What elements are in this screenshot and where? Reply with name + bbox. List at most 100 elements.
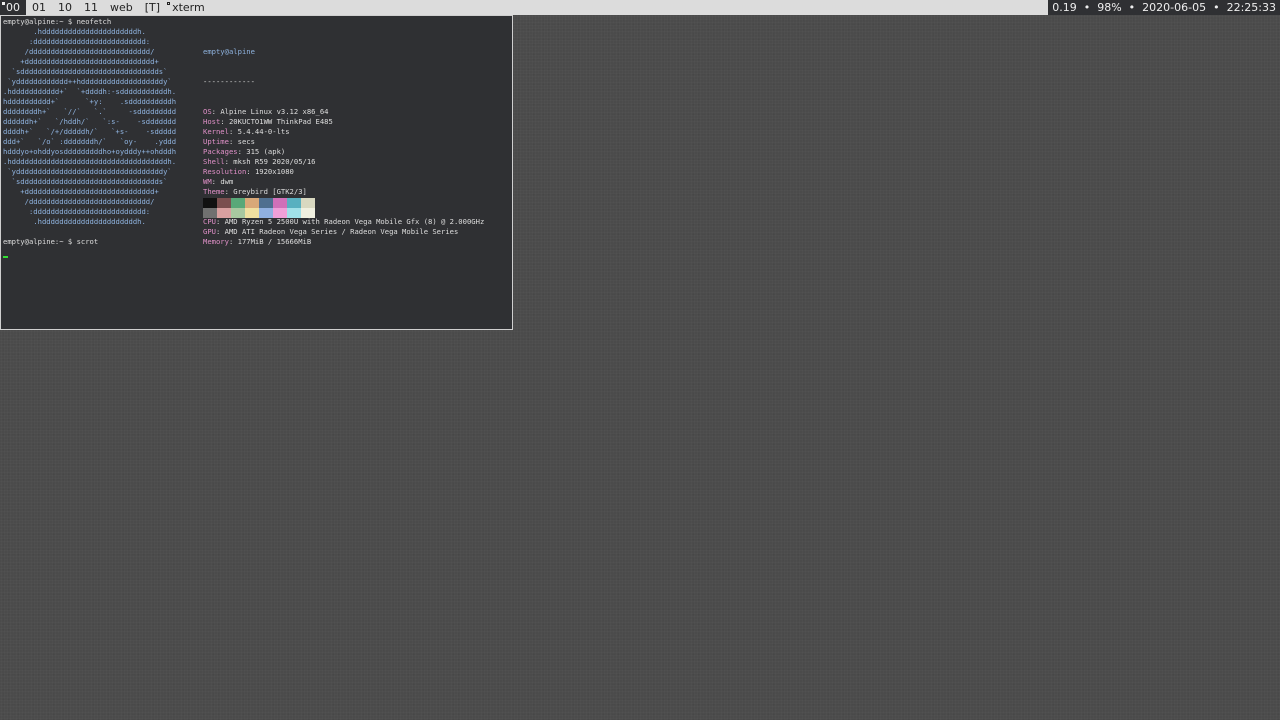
logo-line: hdddyo+ohddyosdddddddddho+oydddy++ohdddh xyxy=(3,147,177,156)
info-value: dwm xyxy=(220,177,234,186)
info-value: 5.4.44-0-lts xyxy=(237,127,290,136)
info-row-uptime: Uptime: secs xyxy=(203,137,255,146)
logo-line: /dddddddddddddddddddddddddddd/ xyxy=(3,197,155,206)
info-key: Theme xyxy=(203,187,225,196)
status-separator: • xyxy=(1128,1,1136,14)
info-row-memory: Memory: 177MiB / 15666MiB xyxy=(203,237,312,246)
info-key: Shell xyxy=(203,157,225,166)
logo-line: ddddddh+` `/hddh/` `:s- -sddddddd xyxy=(3,117,177,126)
logo-line: ddddddddh+` `//` `.` -sddddddddd xyxy=(3,107,177,116)
logo-line: `sdddddddddddddddddddddddddddddddds` xyxy=(3,67,168,76)
logo-line: :dddddddddddddddddddddddddd: xyxy=(3,37,151,46)
logo-line: ddd+` `/o` :dddddddh/` `oy- .yddd xyxy=(3,137,177,146)
info-key: Kernel xyxy=(203,127,229,136)
info-key: GPU xyxy=(203,227,216,236)
battery-level: 98% xyxy=(1097,1,1122,14)
info-row-resolution: Resolution: 1920x1080 xyxy=(203,167,294,176)
info-value: 20KUCTO1WW ThinkPad E485 xyxy=(228,117,333,126)
palette-swatch-1 xyxy=(217,198,231,208)
info-value: 177MiB / 15666MiB xyxy=(237,237,312,246)
logo-line: +dddddddddddddddddddddddddddddd+ xyxy=(3,57,159,66)
info-row-packages: Packages: 315 (apk) xyxy=(203,147,286,156)
logo-line: `sdddddddddddddddddddddddddddddddds` xyxy=(3,177,168,186)
logo-line: hdddddddddd+` `+y: .sddddddddddh xyxy=(3,97,177,106)
palette-swatch-7 xyxy=(301,198,315,208)
info-value: 1920x1080 xyxy=(254,167,294,176)
prompt-neofetch: empty@alpine:~ $ neofetch xyxy=(3,17,112,26)
palette-swatch-2 xyxy=(231,198,245,208)
tag-0[interactable]: 00 xyxy=(0,0,26,15)
floating-indicator-icon xyxy=(167,2,171,5)
tag-3[interactable]: 11 xyxy=(78,0,104,15)
palette-swatch-8 xyxy=(203,208,217,218)
logo-line: /dddddddddddddddddddddddddddd/ xyxy=(3,47,155,56)
alpine-ascii-logo: .hddddddddddddddddddddddh. :dddddddddddd… xyxy=(3,27,176,227)
info-row-cpu: CPU: AMD Ryzen 5 2500U with Radeon Vega … xyxy=(203,217,485,226)
layout-indicator[interactable]: [T] xyxy=(139,0,166,15)
palette-swatch-0 xyxy=(203,198,217,208)
status-separator: • xyxy=(1083,1,1091,14)
palette-swatch-10 xyxy=(231,208,245,218)
status-text: 0.19 • 98% • 2020-06-05 • 22:25:33 xyxy=(1048,0,1280,15)
info-value: mksh R59 2020/05/16 xyxy=(233,157,316,166)
info-key: Memory xyxy=(203,237,229,246)
tag-1[interactable]: 01 xyxy=(26,0,52,15)
logo-line: .hddddddddddddddddddddddh. xyxy=(3,217,146,226)
info-value: Alpine Linux v3.12 x86_64 xyxy=(220,107,329,116)
status-separator: • xyxy=(1213,1,1220,14)
palette-swatch-15 xyxy=(301,208,315,218)
window-title-text: xterm xyxy=(172,1,205,14)
palette-swatch-9 xyxy=(217,208,231,218)
xterm-window[interactable]: empty@alpine:~ $ neofetch .hdddddddddddd… xyxy=(0,15,513,330)
palette-swatch-6 xyxy=(287,198,301,208)
info-fields: OS: Alpine Linux v3.12 x86_64 Host: 20KUC… xyxy=(203,107,484,247)
info-row-shell: Shell: mksh R59 2020/05/16 xyxy=(203,157,316,166)
load-average: 0.19 xyxy=(1052,1,1077,14)
logo-line: ddddh+` `/+/dddddh/` `+s- -sddddd xyxy=(3,127,177,136)
info-key: Uptime xyxy=(203,137,229,146)
logo-line: `ydddddddddddd++hdddddddddddddddddddy` xyxy=(3,77,172,86)
userhost: empty@alpine xyxy=(203,47,255,56)
info-key: Packages xyxy=(203,147,238,156)
prompt-scrot: empty@alpine:~ $ scrot xyxy=(3,237,99,246)
dwm-status-bar: 00 01 10 11 web [T] xterm 0.19 • 98% • 2020-… xyxy=(0,0,1280,15)
logo-line: +dddddddddddddddddddddddddddddd+ xyxy=(3,187,159,196)
info-key: OS xyxy=(203,107,212,116)
tag-list: 00 01 10 11 web xyxy=(0,0,139,15)
clock: 22:25:33 xyxy=(1226,1,1276,14)
palette-swatch-4 xyxy=(259,198,273,208)
info-value: AMD ATI Radeon Vega Series / Radeon Vega… xyxy=(224,227,459,236)
terminal-cursor xyxy=(3,256,8,258)
info-key: Host xyxy=(203,117,221,126)
info-value: Greybird [GTK2/3] xyxy=(233,187,307,196)
color-palette xyxy=(203,198,315,218)
info-row-kernel: Kernel: 5.4.44-0-lts xyxy=(203,127,290,136)
info-value: AMD Ryzen 5 2500U with Radeon Vega Mobil… xyxy=(224,217,485,226)
tag-2[interactable]: 10 xyxy=(52,0,78,15)
date: 2020-06-05 xyxy=(1142,1,1207,14)
info-row-wm: WM: dwm xyxy=(203,177,234,186)
palette-swatch-13 xyxy=(273,208,287,218)
tag-4[interactable]: web xyxy=(104,0,139,15)
palette-swatch-11 xyxy=(245,208,259,218)
logo-line: `yddddddddddddddddddddddddddddddddddy` xyxy=(3,167,172,176)
palette-swatch-5 xyxy=(273,198,287,208)
logo-line: .hddddddddddd+` `+ddddh:-sdddddddddddh. xyxy=(3,87,177,96)
info-row-gpu: GPU: AMD ATI Radeon Vega Series / Radeon… xyxy=(203,227,459,236)
palette-swatch-3 xyxy=(245,198,259,208)
logo-line: .hddddddddddddddddddddddddddddddddddddh. xyxy=(3,157,177,166)
userhost-underline: ------------ xyxy=(203,77,255,86)
occupied-indicator-icon xyxy=(2,2,5,5)
logo-line: .hddddddddddddddddddddddh. xyxy=(3,27,146,36)
palette-swatch-12 xyxy=(259,208,273,218)
system-info: empty@alpine ------------ OS: Alpine Lin… xyxy=(203,27,484,267)
info-key: CPU xyxy=(203,217,216,226)
info-key: Resolution xyxy=(203,167,247,176)
window-title: xterm xyxy=(166,0,1049,15)
info-value: 315 (apk) xyxy=(246,147,286,156)
logo-line: :dddddddddddddddddddddddddd: xyxy=(3,207,151,216)
info-key: WM xyxy=(203,177,212,186)
info-value: secs xyxy=(237,137,255,146)
palette-swatch-14 xyxy=(287,208,301,218)
info-row-theme: Theme: Greybird [GTK2/3] xyxy=(203,187,307,196)
